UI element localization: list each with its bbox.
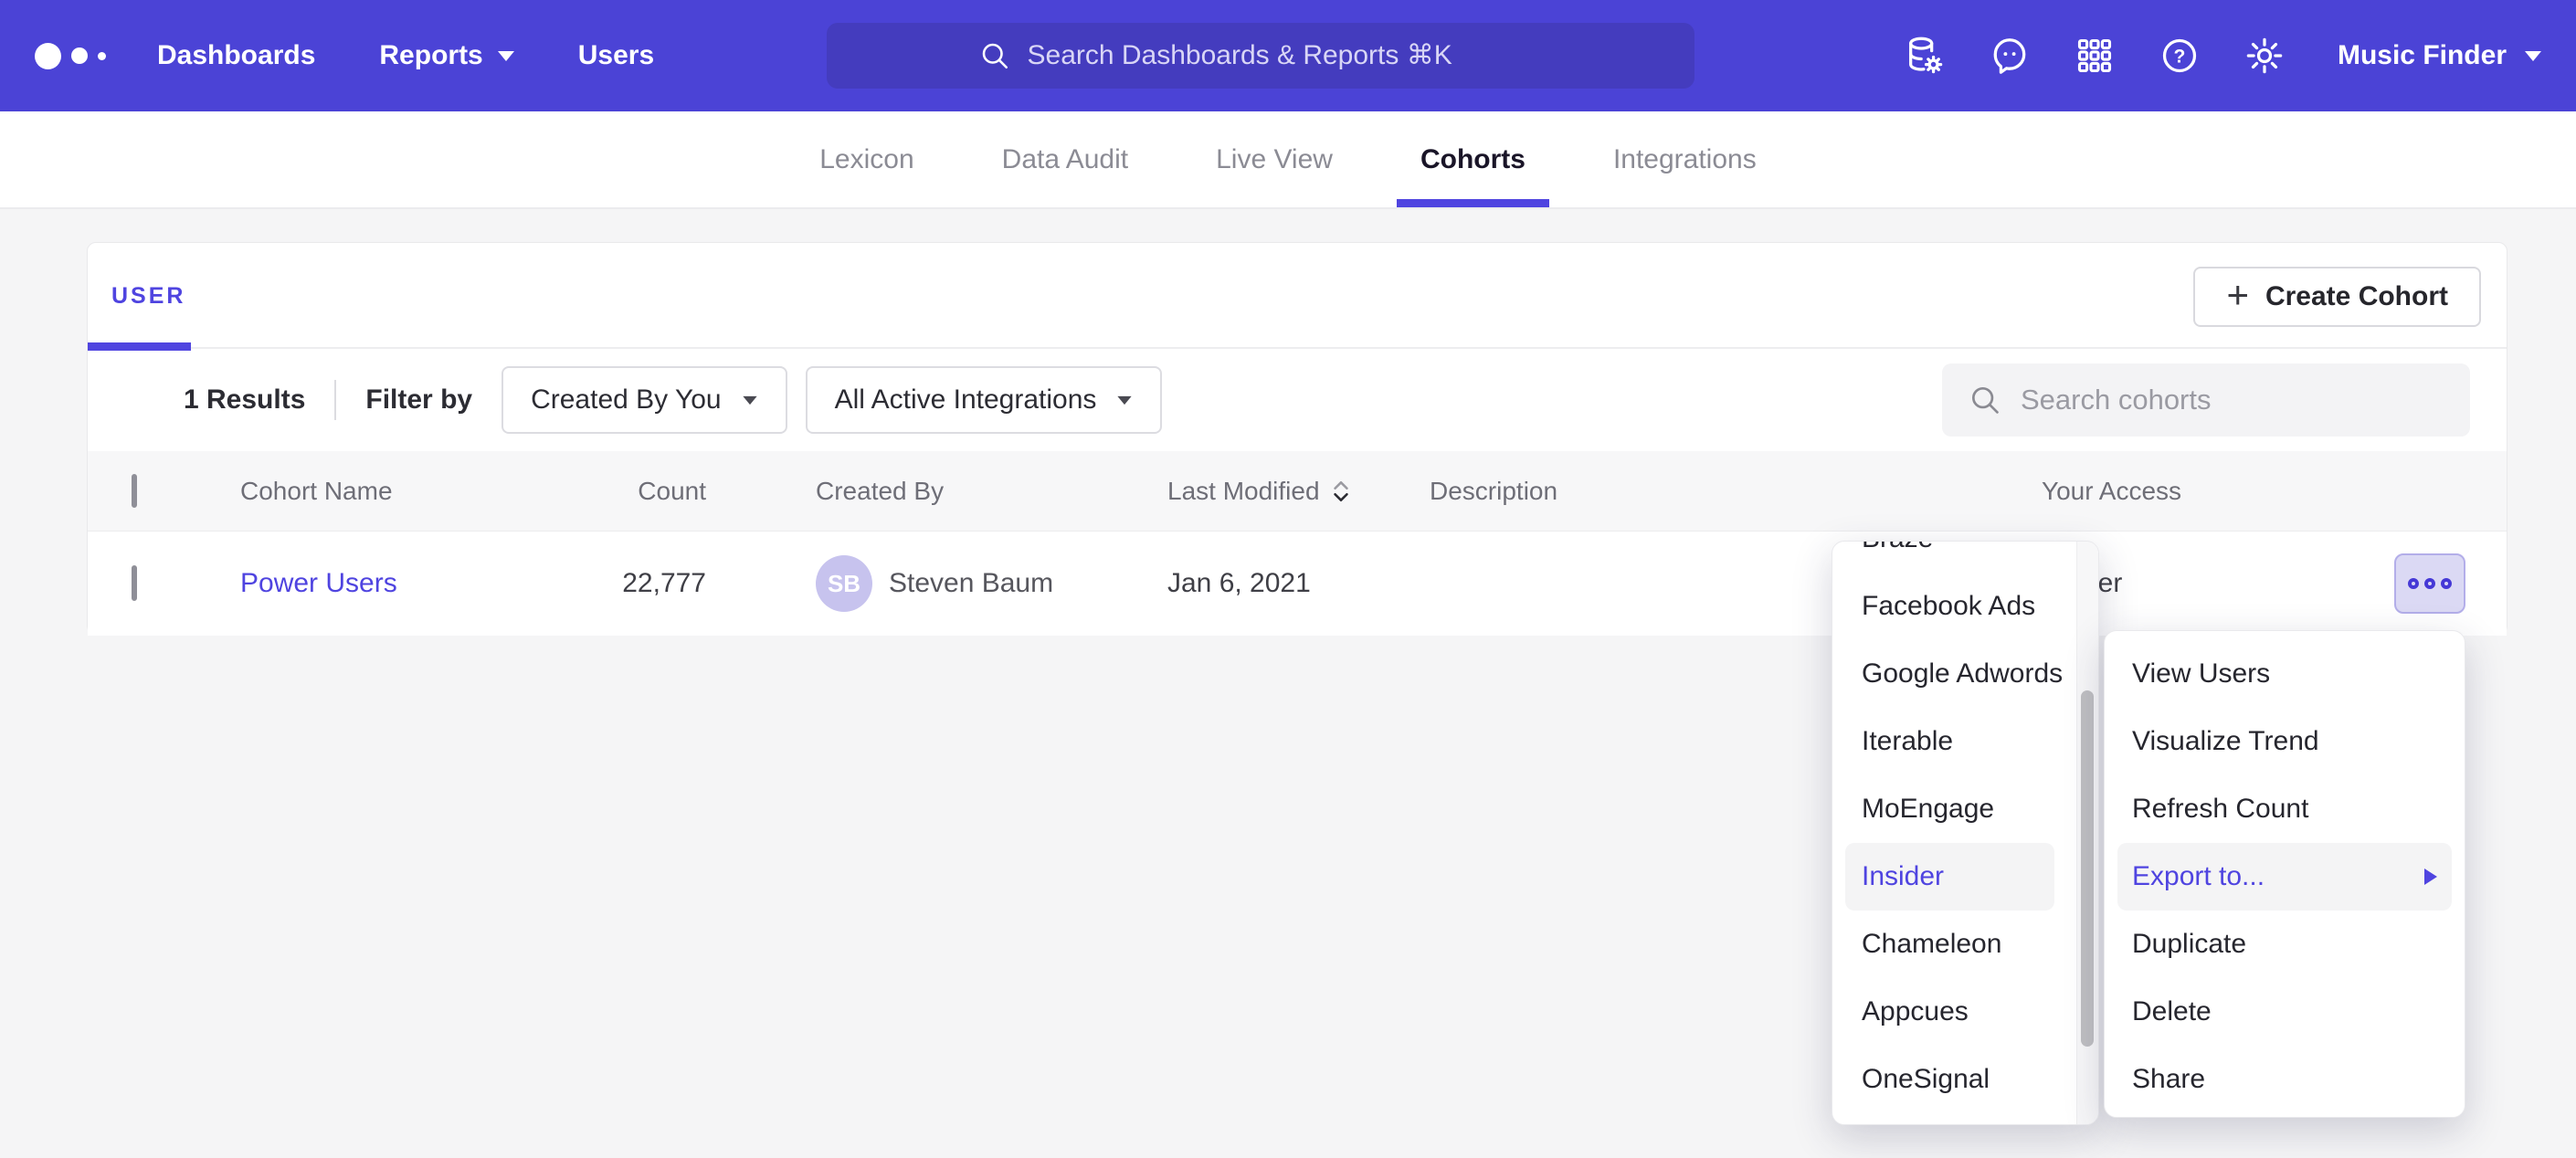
global-search-bar[interactable] [827,23,1694,89]
column-last-modified[interactable]: Last Modified [1167,477,1351,506]
logo-dot-small [98,52,106,60]
tab-data-audit[interactable]: Data Audit [1002,111,1128,207]
nav-item-users[interactable]: Users [578,40,654,71]
top-navbar: Dashboards Reports Users [0,0,2576,111]
created-by-filter-dropdown[interactable]: Created By You [501,366,787,434]
chevron-down-icon [498,51,514,61]
mixpanel-logo[interactable] [35,43,106,69]
export-to-list: Braze Facebook Ads Google Adwords Iterab… [1832,541,2098,1113]
menu-item-view-users[interactable]: View Users [2105,640,2465,708]
navbar-right-icons: ? Music Finder [1904,35,2541,77]
menu-item-export-to-label: Export to... [2132,861,2265,892]
nav-item-label: Dashboards [157,40,315,71]
menu-item-duplicate[interactable]: Duplicate [2105,911,2465,978]
global-search-input[interactable] [1028,40,1544,71]
submenu-item-chameleon[interactable]: Chameleon [1832,911,2076,978]
logo-dot-large [35,43,61,69]
tab-lexicon[interactable]: Lexicon [819,111,913,207]
results-count: 1 Results [184,384,305,416]
tab-cohorts[interactable]: Cohorts [1420,111,1526,207]
sort-icon[interactable] [1331,479,1351,504]
column-last-modified-label: Last Modified [1167,477,1320,506]
help-icon[interactable]: ? [2159,35,2201,77]
chevron-down-icon [1118,395,1132,404]
submenu-scrollbar-track [2076,542,2098,1124]
tab-integrations[interactable]: Integrations [1613,111,1757,207]
menu-item-refresh-count[interactable]: Refresh Count [2105,775,2465,843]
submenu-item-facebook-ads[interactable]: Facebook Ads [1832,573,2076,640]
project-name: Music Finder [2338,40,2507,71]
menu-item-delete[interactable]: Delete [2105,978,2465,1046]
ellipsis-dot [2408,578,2419,589]
submenu-item-insider[interactable]: Insider [1845,843,2054,911]
cohort-search-input[interactable] [2021,384,2444,416]
logo-dot-medium [71,47,88,64]
menu-item-share[interactable]: Share [2105,1046,2465,1113]
nav-item-label: Reports [379,40,482,71]
chevron-down-icon [2525,51,2541,61]
submenu-item-moengage[interactable]: MoEngage [1832,775,2076,843]
integrations-filter-value: All Active Integrations [835,384,1097,416]
create-cohort-label: Create Cohort [2265,281,2448,312]
filter-by-label: Filter by [365,384,472,416]
project-switcher[interactable]: Music Finder [2338,40,2541,71]
ellipsis-dot [2441,578,2452,589]
created-by-name: Steven Baum [889,568,1053,599]
menu-item-export-to[interactable]: Export to... [2117,843,2452,911]
menu-item-visualize-trend[interactable]: Visualize Trend [2105,708,2465,775]
tab-user-label: USER [111,283,185,310]
submenu-item-braze[interactable]: Braze [1832,541,2076,573]
submenu-arrow-icon [2424,868,2437,885]
data-management-tabbar: Lexicon Data Audit Live View Cohorts Int… [0,111,2576,209]
cohort-search-bar[interactable] [1942,363,2470,437]
avatar: SB [816,555,872,612]
ellipsis-dot [2424,578,2435,589]
settings-gear-icon[interactable] [2243,35,2286,77]
submenu-item-onesignal[interactable]: OneSignal [1832,1046,2076,1113]
row-context-menu: View Users Visualize Trend Refresh Count… [2104,630,2465,1118]
cohorts-page: Dashboards Reports Users [0,0,2576,1158]
table-row: Power Users 22,777 SB Steven Baum Jan 6,… [88,532,2507,636]
submenu-item-iterable[interactable]: Iterable [1832,708,2076,775]
chevron-down-icon [743,395,756,404]
created-by-cell: SB Steven Baum [816,555,1053,612]
column-count[interactable]: Count [505,477,706,506]
nav-item-dashboards[interactable]: Dashboards [157,40,315,71]
submenu-scrollbar-thumb[interactable] [2081,690,2094,1047]
apps-grid-icon[interactable] [2074,35,2116,77]
last-modified-cell: Jan 6, 2021 [1167,568,1311,599]
row-checkbox[interactable] [132,565,137,601]
tab-live-view[interactable]: Live View [1216,111,1333,207]
column-description[interactable]: Description [1430,477,1557,506]
integrations-filter-dropdown[interactable]: All Active Integrations [806,366,1163,434]
svg-text:?: ? [2174,46,2186,67]
nav-links: Dashboards Reports Users [157,40,654,71]
table-header: Cohort Name Count Created By Last Modifi… [88,451,2507,532]
filter-row: 1 Results Filter by Created By You All A… [88,349,2507,451]
tab-user-cohorts[interactable]: USER [88,243,191,349]
divider [334,380,336,420]
column-your-access[interactable]: Your Access [2042,477,2181,506]
select-all-checkbox[interactable] [132,474,137,508]
created-by-filter-value: Created By You [531,384,722,416]
cohorts-card: USER + Create Cohort 1 Results Filter by… [87,242,2507,635]
column-cohort-name[interactable]: Cohort Name [240,477,393,506]
row-actions-button[interactable] [2394,553,2465,614]
search-icon [1968,383,2002,417]
feedback-icon[interactable] [1989,35,2031,77]
submenu-item-google-adwords[interactable]: Google Adwords [1832,640,2076,708]
export-to-submenu: Braze Facebook Ads Google Adwords Iterab… [1832,541,2099,1125]
submenu-item-appcues[interactable]: Appcues [1832,978,2076,1046]
nav-item-reports[interactable]: Reports [379,40,513,71]
cohort-type-tabs: USER + Create Cohort [88,243,2507,349]
cohort-name-link[interactable]: Power Users [240,568,397,599]
search-icon [978,39,1011,72]
data-management-icon[interactable] [1904,35,1946,77]
create-cohort-button[interactable]: + Create Cohort [2193,267,2481,327]
cohort-count: 22,777 [505,568,706,599]
nav-item-label: Users [578,40,654,71]
column-created-by[interactable]: Created By [816,477,944,506]
